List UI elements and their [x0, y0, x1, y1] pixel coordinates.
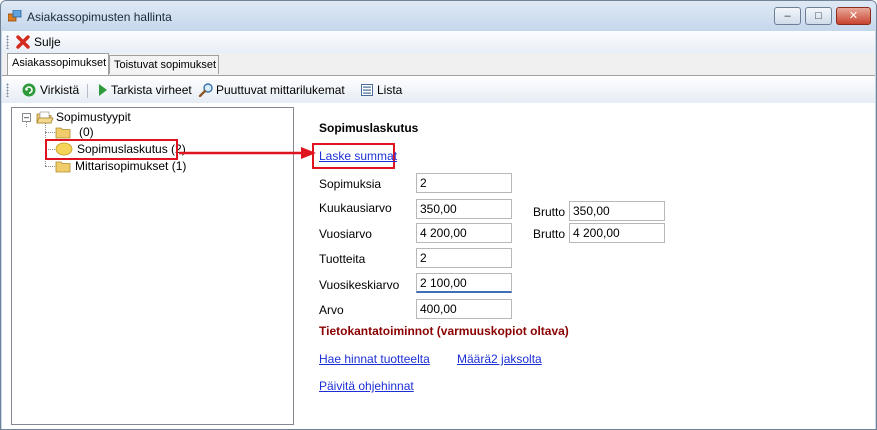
tree-line [26, 122, 27, 127]
minimize-button[interactable]: – [774, 7, 801, 25]
section-title: Sopimuslaskutus [319, 121, 419, 135]
tab-strip: Asiakassopimukset Toistuvat sopimukset [2, 53, 875, 75]
tree-node-root-label: Sopimustyypit [56, 110, 131, 124]
play-icon [99, 84, 107, 96]
yearly-average-field[interactable] [416, 273, 512, 293]
close-window-button[interactable]: ✕ [836, 7, 871, 25]
tree-line [45, 166, 55, 167]
yearly-value-field[interactable] [416, 223, 512, 243]
main-toolbar: Sulje [2, 31, 875, 53]
folder-icon [55, 161, 71, 173]
close-button[interactable]: Sulje [16, 34, 68, 50]
amount-by-period-link[interactable]: Määrä2 jaksolta [457, 352, 542, 366]
calc-sums-link[interactable]: Laske summat [319, 149, 397, 163]
open-folder-icon [36, 111, 54, 124]
monthly-value-field[interactable] [416, 199, 512, 219]
value-label: Arvo [319, 303, 344, 317]
list-icon [361, 84, 373, 96]
contracts-label: Sopimuksia [319, 177, 382, 191]
actions-toolbar: Virkistä Tarkista virheet Puuttuvat mitt… [2, 79, 875, 103]
toolbar-separator [87, 84, 88, 98]
app-window: Asiakassopimusten hallinta – □ ✕ Sulje A… [0, 0, 877, 430]
app-icon [8, 10, 22, 22]
tab-page-asiakassopimukset: Virkistä Tarkista virheet Puuttuvat mitt… [2, 75, 875, 429]
list-button[interactable]: Lista [360, 82, 408, 98]
close-button-label: Sulje [34, 35, 61, 49]
monthly-gross-label: Brutto [533, 205, 566, 219]
tree-line [45, 132, 55, 133]
value-field[interactable] [416, 299, 512, 319]
refresh-label: Virkistä [40, 83, 80, 97]
yearly-gross-label: Brutto [533, 227, 566, 241]
list-label: Lista [377, 83, 403, 97]
magnifier-icon [198, 83, 213, 97]
monthly-value-label: Kuukausiarvo [319, 201, 392, 215]
check-errors-button[interactable]: Tarkista virheet [96, 82, 194, 98]
yearly-average-label: Vuosikeskiarvo [319, 278, 400, 292]
db-operations-title: Tietokantatoiminnot (varmuuskopiot oltav… [319, 324, 569, 338]
yearly-gross-field[interactable] [569, 223, 665, 243]
monthly-gross-field[interactable] [569, 201, 665, 221]
annotation-arrow [179, 147, 316, 159]
update-instructions-link[interactable]: Päivitä ohjehinnat [319, 379, 414, 393]
actions-toolbar-grip[interactable] [6, 83, 9, 97]
folder-icon [55, 127, 71, 139]
missing-readings-button[interactable]: Puuttuvat mittarilukemat [198, 82, 354, 98]
tree-node-empty-label: (0) [79, 125, 94, 139]
title-bar: Asiakassopimusten hallinta – □ ✕ [1, 1, 876, 31]
tab-asiakassopimukset[interactable]: Asiakassopimukset [7, 53, 109, 75]
products-label: Tuotteita [319, 252, 366, 266]
window-title: Asiakassopimusten hallinta [27, 10, 172, 24]
tab-toistuvat-sopimukset[interactable]: Toistuvat sopimukset [109, 55, 219, 74]
yearly-value-label: Vuosiarvo [319, 227, 372, 241]
toolbar-grip[interactable] [6, 35, 9, 49]
highlight-box-tree-node [45, 139, 178, 160]
missing-readings-label: Puuttuvat mittarilukemat [216, 83, 345, 97]
tree-node-mittarisopimukset-label: Mittarisopimukset (1) [75, 159, 187, 173]
maximize-button[interactable]: □ [805, 7, 832, 25]
refresh-icon [22, 83, 36, 97]
fetch-prices-link[interactable]: Hae hinnat tuotteelta [319, 352, 430, 366]
check-errors-label: Tarkista virheet [111, 83, 192, 97]
close-x-icon [16, 35, 30, 49]
collapse-expander[interactable]: – [22, 113, 31, 122]
refresh-button[interactable]: Virkistä [22, 82, 82, 98]
contracts-field[interactable] [416, 173, 512, 193]
products-field[interactable] [416, 248, 512, 268]
